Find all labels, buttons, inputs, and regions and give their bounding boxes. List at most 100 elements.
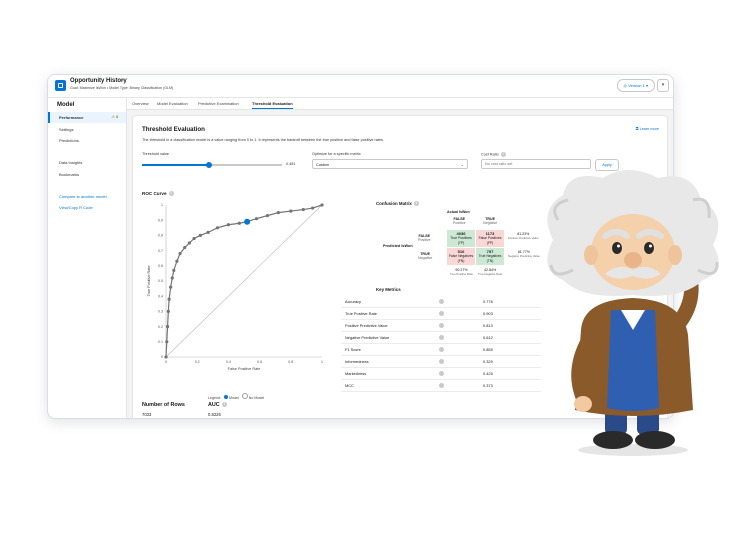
sidebar-item-performance[interactable]: Performance ⚠ 3 xyxy=(48,112,126,123)
mascot-shadow xyxy=(578,444,688,456)
metric-row: Informedness 0.329 xyxy=(341,356,541,368)
predicted-label: Predicted IsWon xyxy=(383,244,413,248)
info-icon[interactable]: i xyxy=(413,201,419,207)
compare-model-link[interactable]: Compare to another model xyxy=(59,194,107,199)
info-icon[interactable] xyxy=(439,347,444,352)
metric-row: MCC 0.373 xyxy=(341,380,541,392)
roc-point xyxy=(170,276,174,280)
info-icon[interactable] xyxy=(439,311,444,316)
threshold-slider-handle[interactable] xyxy=(206,161,213,168)
einstein-mascot-illustration xyxy=(547,170,719,456)
y-tick-label: 0.1 xyxy=(158,340,163,344)
page-title: Opportunity History xyxy=(70,78,127,84)
y-tick-label: 0.6 xyxy=(158,264,163,268)
roc-point xyxy=(166,309,170,313)
roc-point xyxy=(320,203,324,207)
threshold-label: Threshold value xyxy=(142,152,170,156)
info-icon[interactable]: i xyxy=(168,191,174,197)
sidebar-item-bookmarks[interactable]: Bookmarks xyxy=(48,169,126,180)
roc-chart: 0 0.2 0.4 0.6 0.8 1 0 0.1 0.2 0.3 0.4 0.5 0.6 0.7 0.8 0… xyxy=(147,203,324,371)
info-icon[interactable]: i xyxy=(221,402,227,408)
info-icon[interactable] xyxy=(439,299,444,304)
info-icon[interactable] xyxy=(439,371,444,376)
roc-point xyxy=(164,355,168,359)
sidebar-heading: Model xyxy=(57,102,75,108)
y-tick-label: 0.8 xyxy=(158,234,163,238)
info-icon[interactable] xyxy=(439,383,444,388)
tab-model-evaluation[interactable]: Model Evaluation xyxy=(157,98,188,109)
sidebar-item-label: Settings xyxy=(59,127,74,132)
tab-bar: Overview Model Evaluation Predictive Exa… xyxy=(127,98,673,110)
view-code-link[interactable]: View/Copy R Code xyxy=(59,205,93,210)
sidebar-item-data-insights[interactable]: Data Insights xyxy=(48,157,126,168)
row-true-label: TRUE Negative xyxy=(418,252,433,260)
confusion-title: Confusion Matrix i xyxy=(376,201,419,207)
learn-more-link[interactable]: ⧉ Learn more xyxy=(636,127,659,131)
roc-legend: Legend: Model No Model xyxy=(208,393,264,400)
cm-cell-fp: 1173 False Positives (FP) xyxy=(476,230,504,247)
tab-overview[interactable]: Overview xyxy=(132,98,149,109)
sidebar-item-label: Performance xyxy=(59,115,84,120)
roc-point xyxy=(265,214,269,218)
optimize-select[interactable]: Custom ⌄ xyxy=(312,159,468,169)
threshold-point xyxy=(244,218,251,225)
roc-point xyxy=(237,221,241,225)
auc-label: AUC i xyxy=(208,402,227,408)
metric-row: Positive Predictive Value 0.813 xyxy=(341,320,541,332)
chevron-down-icon: ▾ xyxy=(645,83,648,88)
key-metrics-title: Key Metrics xyxy=(376,287,401,292)
cost-ratio-input[interactable] xyxy=(481,159,591,169)
x-tick-label: 1 xyxy=(321,360,323,364)
roc-point xyxy=(175,259,179,263)
col-pct-tpr: 90.27% True Positive Rate xyxy=(450,268,473,276)
mascot-left-hand xyxy=(574,396,592,412)
mascot-left-ear xyxy=(584,245,598,265)
sidebar-item-label: Bookmarks xyxy=(59,172,80,177)
metric-row: Negative Predictive Value 0.612 xyxy=(341,332,541,344)
mascot-left-shoe xyxy=(593,431,633,449)
optimize-select-value: Custom xyxy=(316,163,330,167)
x-tick-label: 0.8 xyxy=(288,360,293,364)
rows-value: 7033 xyxy=(142,412,152,417)
roc-point xyxy=(289,209,293,213)
x-tick-label: 0.4 xyxy=(226,360,231,364)
y-tick-label: 0.3 xyxy=(158,310,163,314)
y-tick-label: 0.4 xyxy=(158,294,163,298)
legend-model-swatch xyxy=(224,395,228,399)
info-icon[interactable] xyxy=(439,323,444,328)
mascot-nose xyxy=(624,252,642,268)
model-app-icon xyxy=(55,80,66,91)
roc-point xyxy=(172,268,176,272)
legend-model-label: Model xyxy=(229,396,239,400)
cm-cell-tn: 797 True Negatives (TN) xyxy=(476,248,504,265)
info-icon[interactable]: i xyxy=(500,152,506,157)
metric-row: F1 Score 0.855 xyxy=(341,344,541,356)
col-true-label: TRUE Negative xyxy=(483,217,498,225)
cm-cell-tp: 4036 True Positives (TP) xyxy=(447,230,475,247)
more-menu-button[interactable]: ▾ xyxy=(657,79,669,92)
sidebar-item-settings[interactable]: Settings xyxy=(48,124,126,135)
y-tick-label: 0.5 xyxy=(158,279,163,283)
roc-point xyxy=(178,252,182,256)
tab-predictive-examination[interactable]: Predictive Examination xyxy=(198,98,239,109)
x-axis-label: False Positive Rate xyxy=(228,367,261,371)
legend-no-model-label: No Model xyxy=(248,396,265,400)
pencil-icon[interactable]: ✎ xyxy=(122,78,127,85)
version-button[interactable]: ◎ Version 1 ▾ xyxy=(616,79,655,92)
external-link-icon: ⧉ xyxy=(635,127,639,131)
mascot-right-shoe xyxy=(635,431,675,449)
optimize-label: Optimize for a specific metric xyxy=(312,152,361,156)
roc-point xyxy=(167,297,171,301)
mascot-right-ear xyxy=(668,245,682,265)
info-icon[interactable] xyxy=(439,335,444,340)
y-tick-label: 0 xyxy=(161,355,163,359)
mascot-right-eye xyxy=(644,242,654,254)
sidebar-item-label: Predictions xyxy=(59,138,79,143)
x-tick-label: 0 xyxy=(165,360,167,364)
x-tick-label: 0.2 xyxy=(195,360,200,364)
info-icon[interactable] xyxy=(439,359,444,364)
tab-threshold-evaluation[interactable]: Threshold Evaluation xyxy=(252,98,293,109)
roc-point xyxy=(169,285,173,289)
cost-ratio-label: Cost Ratio i xyxy=(481,152,506,157)
sidebar-item-predictions[interactable]: Predictions xyxy=(48,135,126,146)
